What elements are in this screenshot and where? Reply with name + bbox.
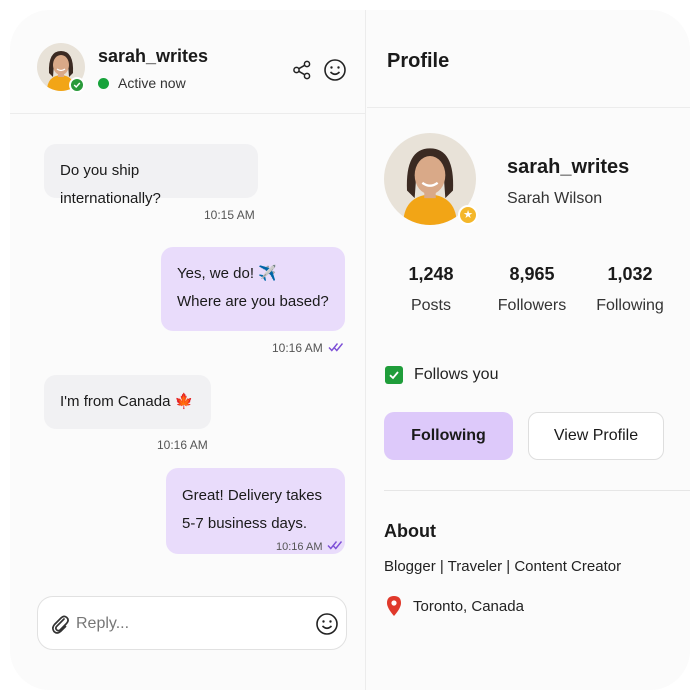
stat-value: 8,965: [509, 264, 555, 284]
checkmark-icon: [385, 366, 403, 384]
read-receipt-icon: [328, 341, 344, 355]
status-text: Active now: [118, 75, 186, 91]
timestamp-text: 10:16 AM: [276, 540, 323, 553]
verified-icon: [69, 77, 85, 93]
page-title: Profile: [387, 50, 450, 72]
following-button[interactable]: Following: [384, 412, 513, 460]
timestamp-text: 10:15 AM: [204, 208, 255, 222]
view-profile-button[interactable]: View Profile: [528, 412, 664, 460]
message-bubble-incoming: Do you ship internationally?: [44, 144, 258, 207]
status-row: Active now: [98, 75, 186, 91]
emoji-icon[interactable]: [315, 612, 339, 636]
location-pin-icon: [387, 596, 401, 616]
chat-username: sarah_writes: [98, 46, 209, 66]
message-text: 5-7 business days.: [182, 515, 308, 532]
follows-you-row: Follows you: [385, 366, 498, 384]
paperclip-icon[interactable]: [50, 613, 70, 635]
message-timestamp: 10:16 AM: [157, 438, 208, 452]
emoji-icon[interactable]: [323, 58, 347, 82]
message-text: Yes, we do! ✈️: [177, 265, 277, 282]
stat-followers[interactable]: 8,965 Followers: [482, 264, 582, 315]
message-bubble-incoming: I'm from Canada 🍁: [44, 375, 211, 429]
share-icon[interactable]: [290, 58, 314, 82]
follows-you-label: Follows you: [414, 366, 499, 383]
profile-panel: Profile ★ sarah_writes Sarah Wilson 1,24…: [367, 10, 690, 690]
stat-value: 1,248: [408, 264, 454, 284]
about-heading: About: [384, 521, 436, 541]
about-bio: Blogger | Traveler | Content Creator: [384, 558, 622, 575]
star-badge-icon: ★: [458, 205, 478, 225]
reply-box: [37, 596, 347, 650]
chat-header: sarah_writes Active now: [10, 10, 366, 114]
app-frame: sarah_writes Active now Do you ship inte…: [10, 10, 690, 690]
stat-posts[interactable]: 1,248 Posts: [381, 264, 481, 315]
chat-panel: sarah_writes Active now Do you ship inte…: [10, 10, 366, 690]
stat-label: Posts: [410, 297, 451, 314]
message-text: Where are you based?: [177, 293, 329, 310]
read-receipt-icon: [327, 540, 343, 553]
profile-header: Profile: [367, 10, 690, 108]
reply-input[interactable]: [76, 609, 296, 639]
timestamp-text: 10:16 AM: [157, 438, 208, 452]
message-timestamp: 10:15 AM: [204, 208, 255, 222]
stat-value: 1,032: [607, 264, 653, 284]
timestamp-text: 10:16 AM: [272, 341, 323, 355]
profile-full-name: Sarah Wilson: [507, 190, 603, 207]
stat-label: Following: [596, 297, 664, 314]
online-status-dot: [98, 77, 109, 89]
profile-username: sarah_writes: [507, 156, 630, 178]
message-text: Do you ship internationally?: [60, 162, 161, 207]
location-row: Toronto, Canada: [387, 596, 524, 616]
message-text: I'm from Canada 🍁: [60, 393, 194, 410]
stat-label: Followers: [497, 297, 567, 314]
message-timestamp: 10:16 AM: [272, 341, 344, 355]
stat-following[interactable]: 1,032 Following: [580, 264, 680, 315]
location-text: Toronto, Canada: [413, 597, 524, 615]
message-text: Great! Delivery takes: [182, 487, 323, 504]
message-timestamp: 10:16 AM: [276, 540, 343, 553]
divider: [384, 490, 690, 491]
message-bubble-outgoing: Yes, we do! ✈️ Where are you based?: [161, 247, 345, 331]
